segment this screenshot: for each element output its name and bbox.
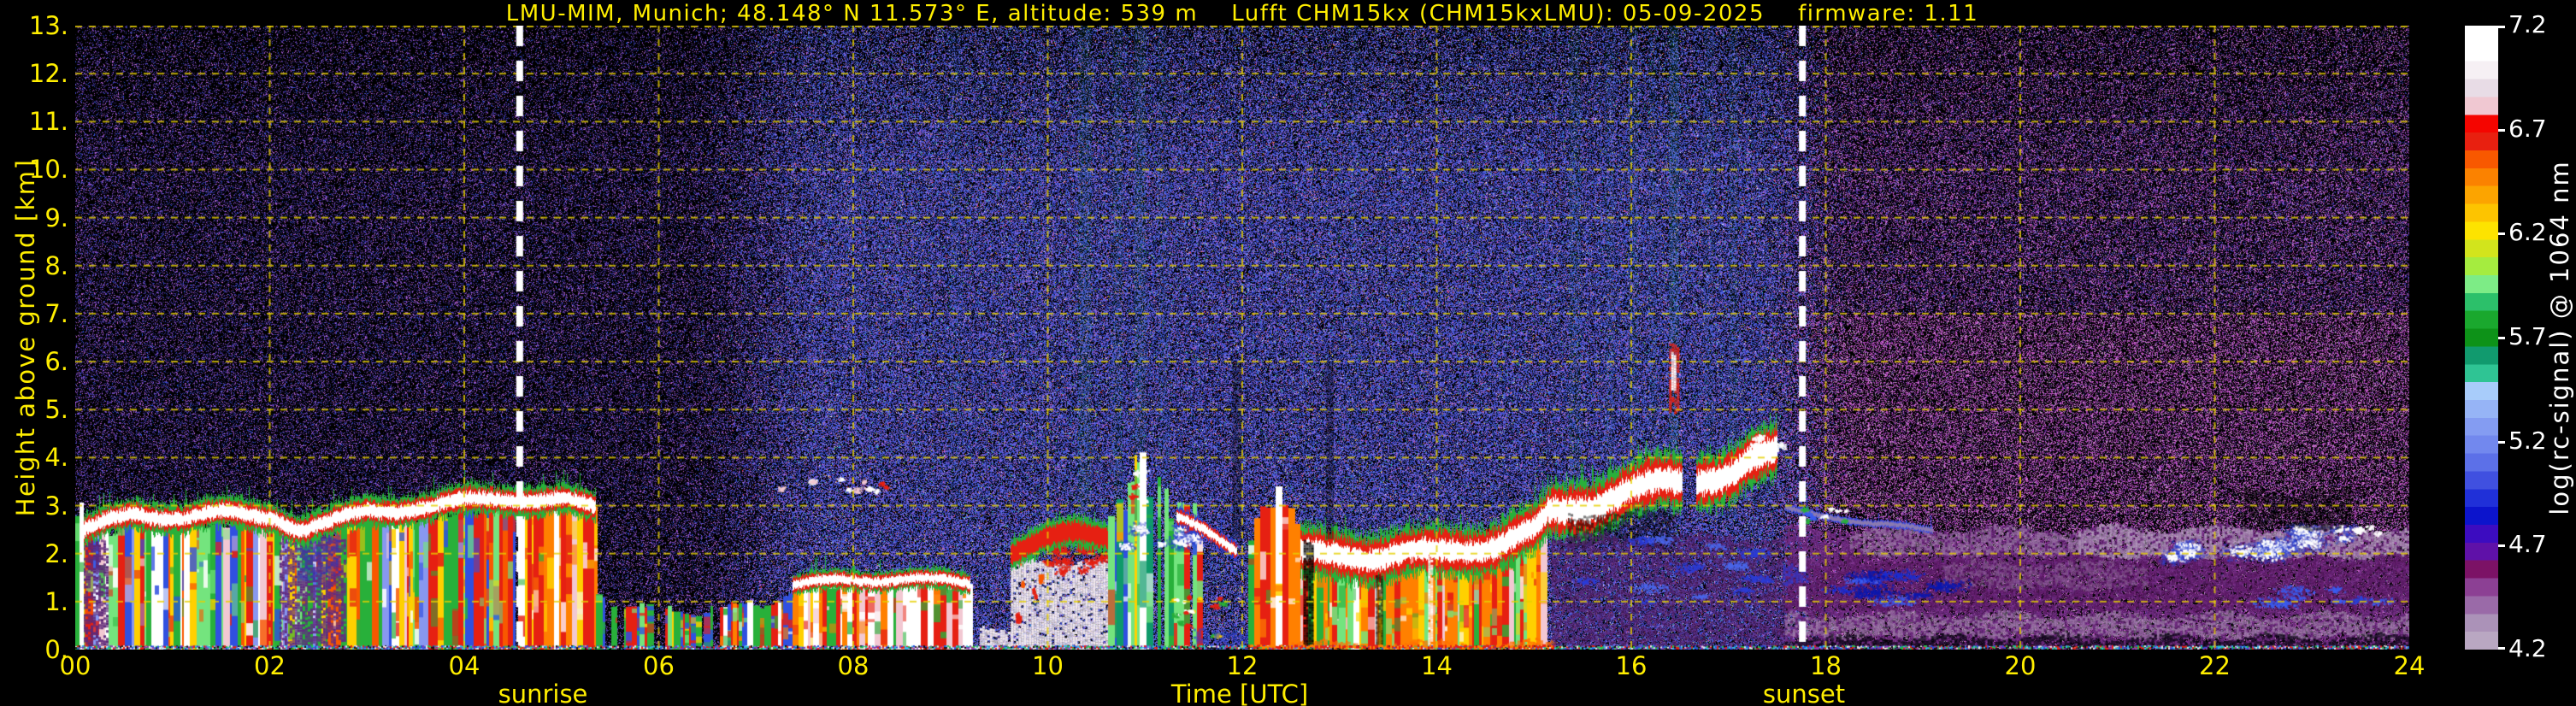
colorbar-tick-label: 6.7 (2508, 114, 2547, 143)
y-tick-label: 11. (28, 107, 68, 137)
colorbar-tick-label: 6.2 (2508, 218, 2547, 247)
x-tick-label: 10 (1032, 651, 1064, 680)
x-tick-label: 00 (59, 651, 91, 680)
colorbar-tick-label: 5.2 (2508, 426, 2547, 455)
colorbar-tick-mark (2498, 128, 2505, 132)
colorbar-tick-label: 4.7 (2508, 530, 2547, 559)
x-tick-label: 14 (1421, 651, 1453, 680)
page-title: LMU-MIM, Munich; 48.148° N 11.573° E, al… (505, 1, 1979, 26)
x-tick-label: 04 (448, 651, 480, 680)
colorbar-tick-mark (2498, 544, 2505, 548)
x-tick-label: 12 (1226, 651, 1259, 680)
colorbar-tick-label: 5.7 (2508, 322, 2547, 350)
colorbar-tick-mark (2498, 440, 2505, 444)
colorbar-tick-label: 4.2 (2508, 634, 2547, 662)
x-tick-label: 16 (1615, 651, 1648, 680)
colorbar-tick-mark (2498, 337, 2505, 339)
x-tick-label: 02 (254, 651, 286, 680)
x-tick-label: 24 (2393, 651, 2426, 680)
sunrise-annotation: sunrise (498, 680, 588, 706)
ceilometer-quicklook-page: LMU-MIM, Munich; 48.148° N 11.573° E, al… (0, 0, 2576, 706)
x-tick-label: 08 (837, 651, 869, 680)
backscatter-heatmap (75, 26, 2409, 650)
colorbar-tick-mark (2498, 232, 2505, 236)
y-axis-title: Height above ground [km] (11, 158, 40, 517)
colorbar (2465, 26, 2498, 650)
colorbar-tick-mark (2498, 26, 2505, 28)
x-tick-label: 22 (2199, 651, 2231, 680)
x-tick-label: 06 (643, 651, 675, 680)
y-tick-label: 12. (28, 59, 68, 89)
x-axis-title: Time [UTC] (1170, 680, 1309, 706)
y-tick-label: 13. (28, 11, 68, 40)
colorbar-title: log(rc-signal) @ 1064 nm (2545, 160, 2574, 515)
y-tick-label: 0. (44, 635, 68, 664)
y-tick-label: 1. (44, 586, 68, 616)
x-tick-label: 18 (1810, 651, 1842, 680)
colorbar-tick-label: 7.2 (2508, 10, 2547, 38)
sunset-annotation: sunset (1762, 680, 1846, 706)
colorbar-tick-mark (2498, 647, 2505, 650)
y-tick-label: 2. (44, 538, 68, 568)
x-tick-label: 20 (2004, 651, 2037, 680)
